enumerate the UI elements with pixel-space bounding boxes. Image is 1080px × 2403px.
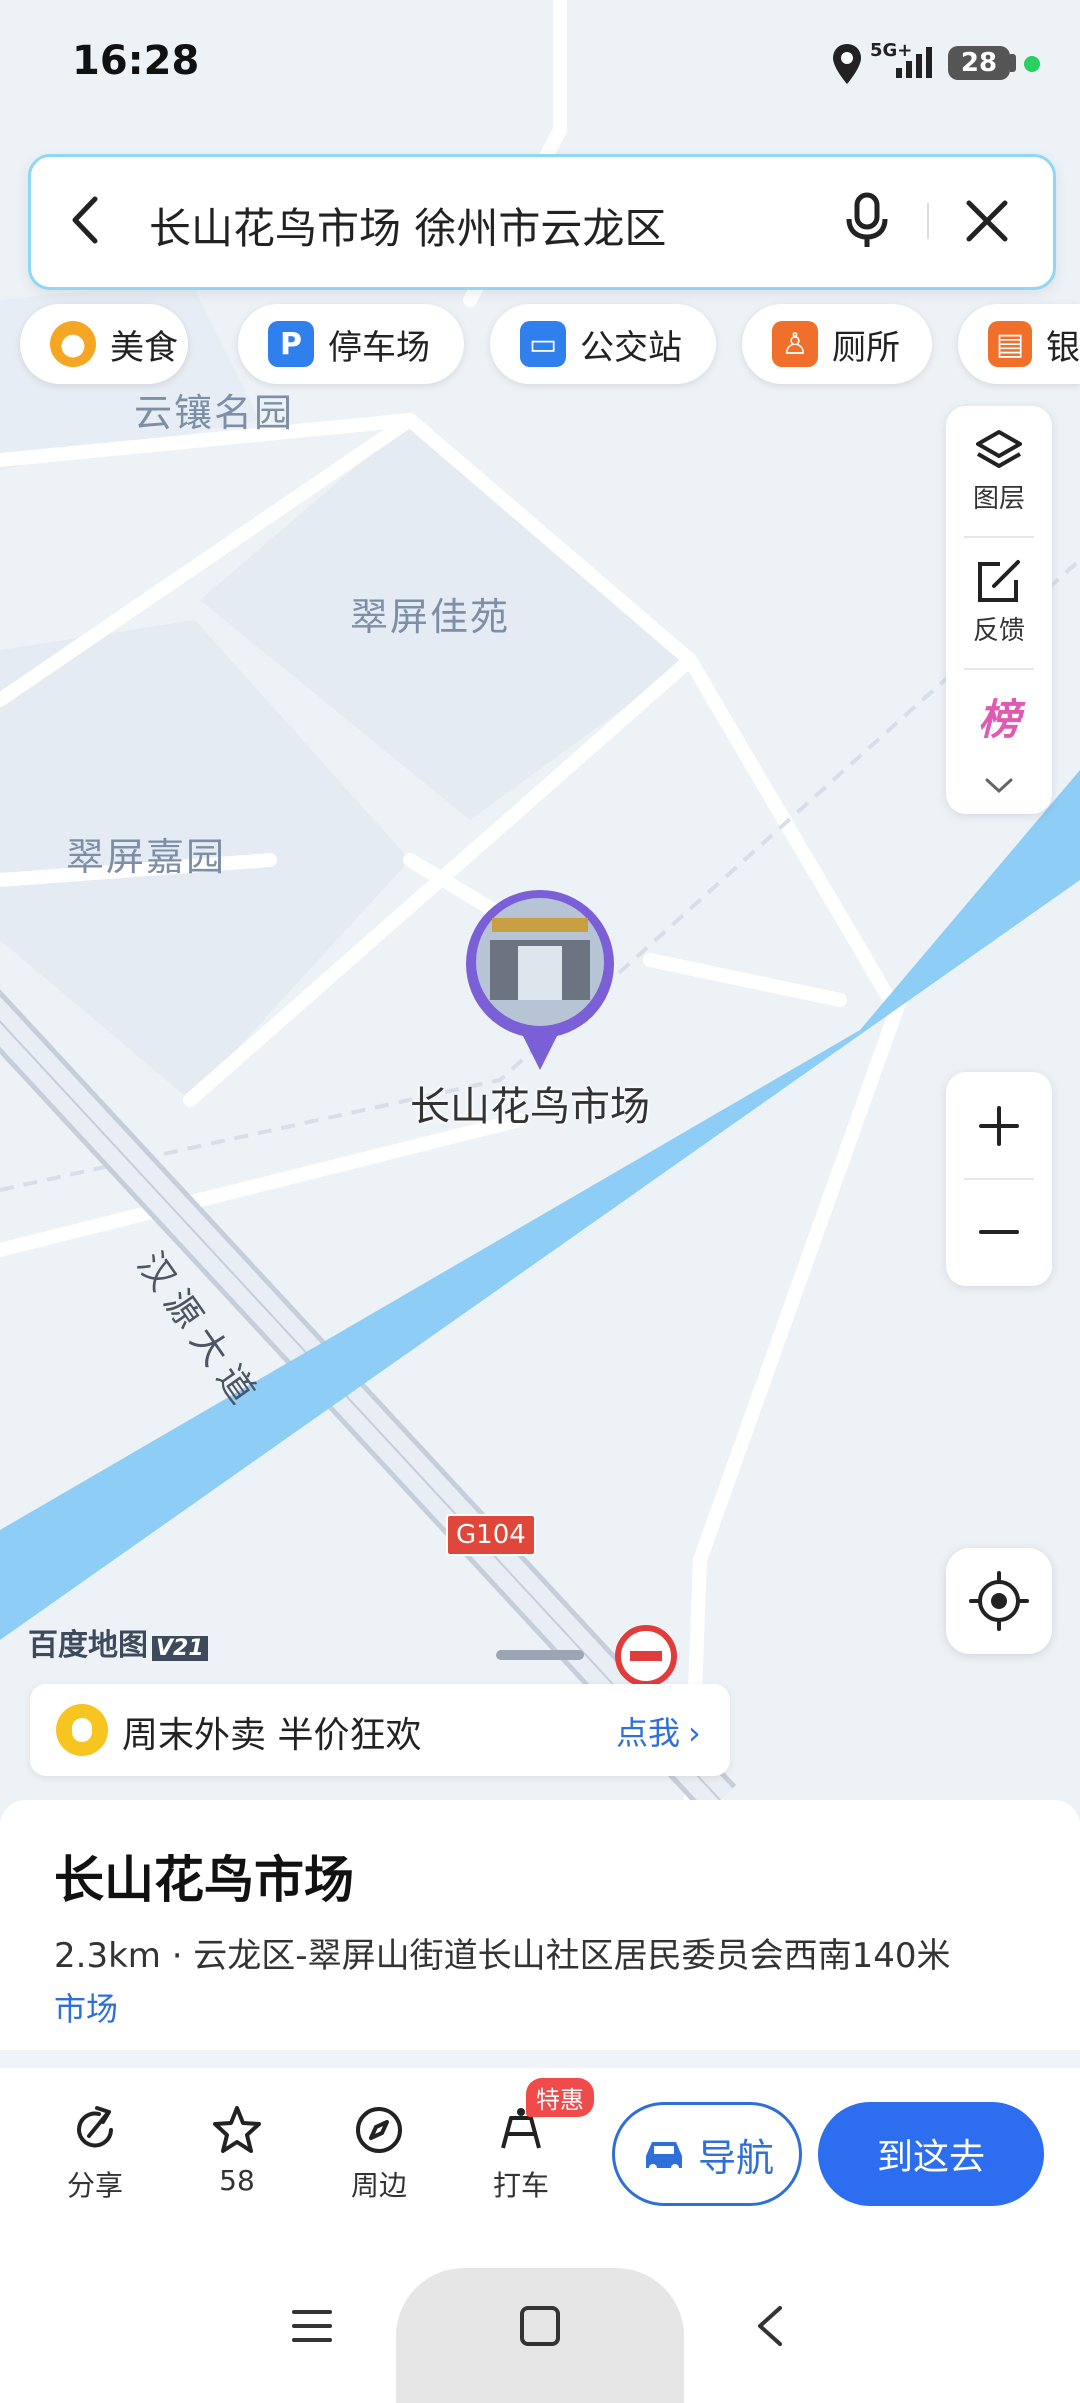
- bus-stop-icon: ▭: [520, 321, 566, 367]
- category-chip-bus-stop[interactable]: ▭ 公交站: [490, 304, 716, 384]
- compass-icon: [356, 2107, 402, 2153]
- status-bar: 16:28 5G+ 28: [0, 0, 1080, 130]
- microphone-icon[interactable]: [843, 191, 891, 251]
- privacy-indicator: [1024, 56, 1040, 72]
- category-chip-parking[interactable]: P 停车场: [238, 304, 464, 384]
- poi-title: 长山花鸟市场: [54, 1851, 354, 1909]
- layers-label: 图层: [972, 484, 1025, 514]
- poi-address: 2.3km · 云龙区-翠屏山街道长山社区居民委员会西南140米: [54, 1936, 951, 1976]
- category-label: 厕所: [832, 327, 900, 368]
- map-tools-panel: 图层 反馈 榜: [946, 406, 1052, 814]
- category-chip-food[interactable]: ● 美食: [20, 304, 188, 384]
- promo-link-label: 点我: [616, 1714, 681, 1752]
- taxi-button[interactable]: 打车: [466, 2104, 576, 2204]
- action-bar: 分享 58 周边 打车 特惠 导航 到这去: [0, 2068, 1080, 2268]
- battery-icon: [1010, 54, 1016, 72]
- star-icon: [213, 2106, 261, 2153]
- menu-icon[interactable]: [290, 2304, 334, 2348]
- map-marker-label[interactable]: 长山花鸟市场: [410, 1074, 650, 1132]
- rabbit-icon: [56, 1704, 108, 1756]
- zoom-in-icon[interactable]: [979, 1106, 1019, 1146]
- home-icon[interactable]: [518, 2304, 562, 2348]
- location-icon: [833, 44, 861, 84]
- feedback-button[interactable]: 反馈: [946, 558, 1052, 647]
- category-chip-bank[interactable]: ▤ 银: [958, 304, 1080, 384]
- bank-icon: ▤: [988, 321, 1032, 367]
- share-label: 分享: [66, 2169, 123, 2202]
- poi-category[interactable]: 市场: [54, 1984, 118, 2030]
- navigate-label: 导航: [697, 2135, 774, 2180]
- map-area-label: 云镶名园: [134, 391, 295, 435]
- status-time: 16:28: [72, 38, 200, 84]
- ranking-button[interactable]: 榜: [946, 686, 1052, 747]
- layers-button[interactable]: 图层: [946, 428, 1052, 515]
- nearby-button[interactable]: 周边: [324, 2104, 434, 2204]
- locate-icon: [969, 1571, 1029, 1631]
- map-area-label: 翠屏嘉园: [66, 835, 227, 879]
- category-label: 公交站: [580, 327, 682, 368]
- category-chip-toilet[interactable]: ♙ 厕所: [742, 304, 932, 384]
- navigate-button[interactable]: 导航: [612, 2102, 802, 2206]
- map-logo: 百度地图 V21: [28, 1620, 208, 1664]
- food-icon: ●: [50, 321, 96, 367]
- category-label: 停车场: [328, 327, 430, 368]
- signal-icon: [896, 47, 932, 78]
- locate-button[interactable]: [946, 1548, 1052, 1654]
- go-here-button[interactable]: 到这去: [818, 2102, 1044, 2206]
- chevron-right-icon: ›: [688, 1714, 701, 1752]
- tools-divider: [964, 668, 1034, 670]
- map-area-label: 翠屏佳苑: [350, 595, 511, 639]
- feedback-icon: [978, 560, 1020, 602]
- system-back-icon[interactable]: [752, 2304, 788, 2348]
- feedback-label: 反馈: [972, 616, 1025, 646]
- favorite-count: 58: [219, 2164, 255, 2197]
- toilet-icon: ♙: [772, 321, 818, 367]
- car-icon: [645, 2142, 682, 2172]
- ranking-icon: 榜: [977, 695, 1020, 744]
- chevron-down-icon[interactable]: [984, 776, 1014, 796]
- promo-banner[interactable]: 周末外卖 半价狂欢 点我 ›: [30, 1684, 730, 1776]
- promo-text: 周末外卖 半价狂欢: [122, 1715, 422, 1756]
- tools-divider: [964, 536, 1034, 538]
- close-icon[interactable]: [965, 199, 1009, 243]
- poi-info-card[interactable]: 长山花鸟市场 2.3km · 云龙区-翠屏山街道长山社区居民委员会西南140米 …: [0, 1800, 1080, 2050]
- map-logo-version: V21: [152, 1636, 208, 1661]
- nearby-label: 周边: [350, 2169, 407, 2202]
- go-here-label: 到这去: [876, 2137, 985, 2178]
- search-bar[interactable]: 长山花鸟市场 徐州市云龙区: [28, 154, 1056, 290]
- system-navigation-bar: [0, 2268, 1080, 2403]
- zoom-divider: [964, 1178, 1034, 1180]
- layers-icon: [976, 430, 1022, 468]
- highway-badge: G104: [446, 1514, 536, 1556]
- share-button[interactable]: 分享: [40, 2104, 150, 2204]
- taxi-promo-badge: 特惠: [526, 2078, 594, 2117]
- search-divider: [927, 203, 929, 239]
- zoom-control: [946, 1072, 1052, 1286]
- battery-level: 28: [948, 46, 1010, 80]
- favorite-button[interactable]: 58: [182, 2104, 292, 2197]
- map-logo-text: 百度地图: [28, 1628, 148, 1663]
- back-icon[interactable]: [65, 195, 105, 245]
- zoom-out-icon[interactable]: [979, 1212, 1019, 1252]
- search-query[interactable]: 长山花鸟市场 徐州市云龙区: [149, 195, 666, 256]
- category-label: 美食: [110, 327, 178, 368]
- taxi-label: 打车: [492, 2169, 549, 2202]
- category-label: 银: [1046, 327, 1080, 368]
- share-icon: [77, 2106, 113, 2148]
- promo-link[interactable]: 点我 ›: [616, 1708, 701, 1754]
- parking-icon: P: [268, 321, 314, 367]
